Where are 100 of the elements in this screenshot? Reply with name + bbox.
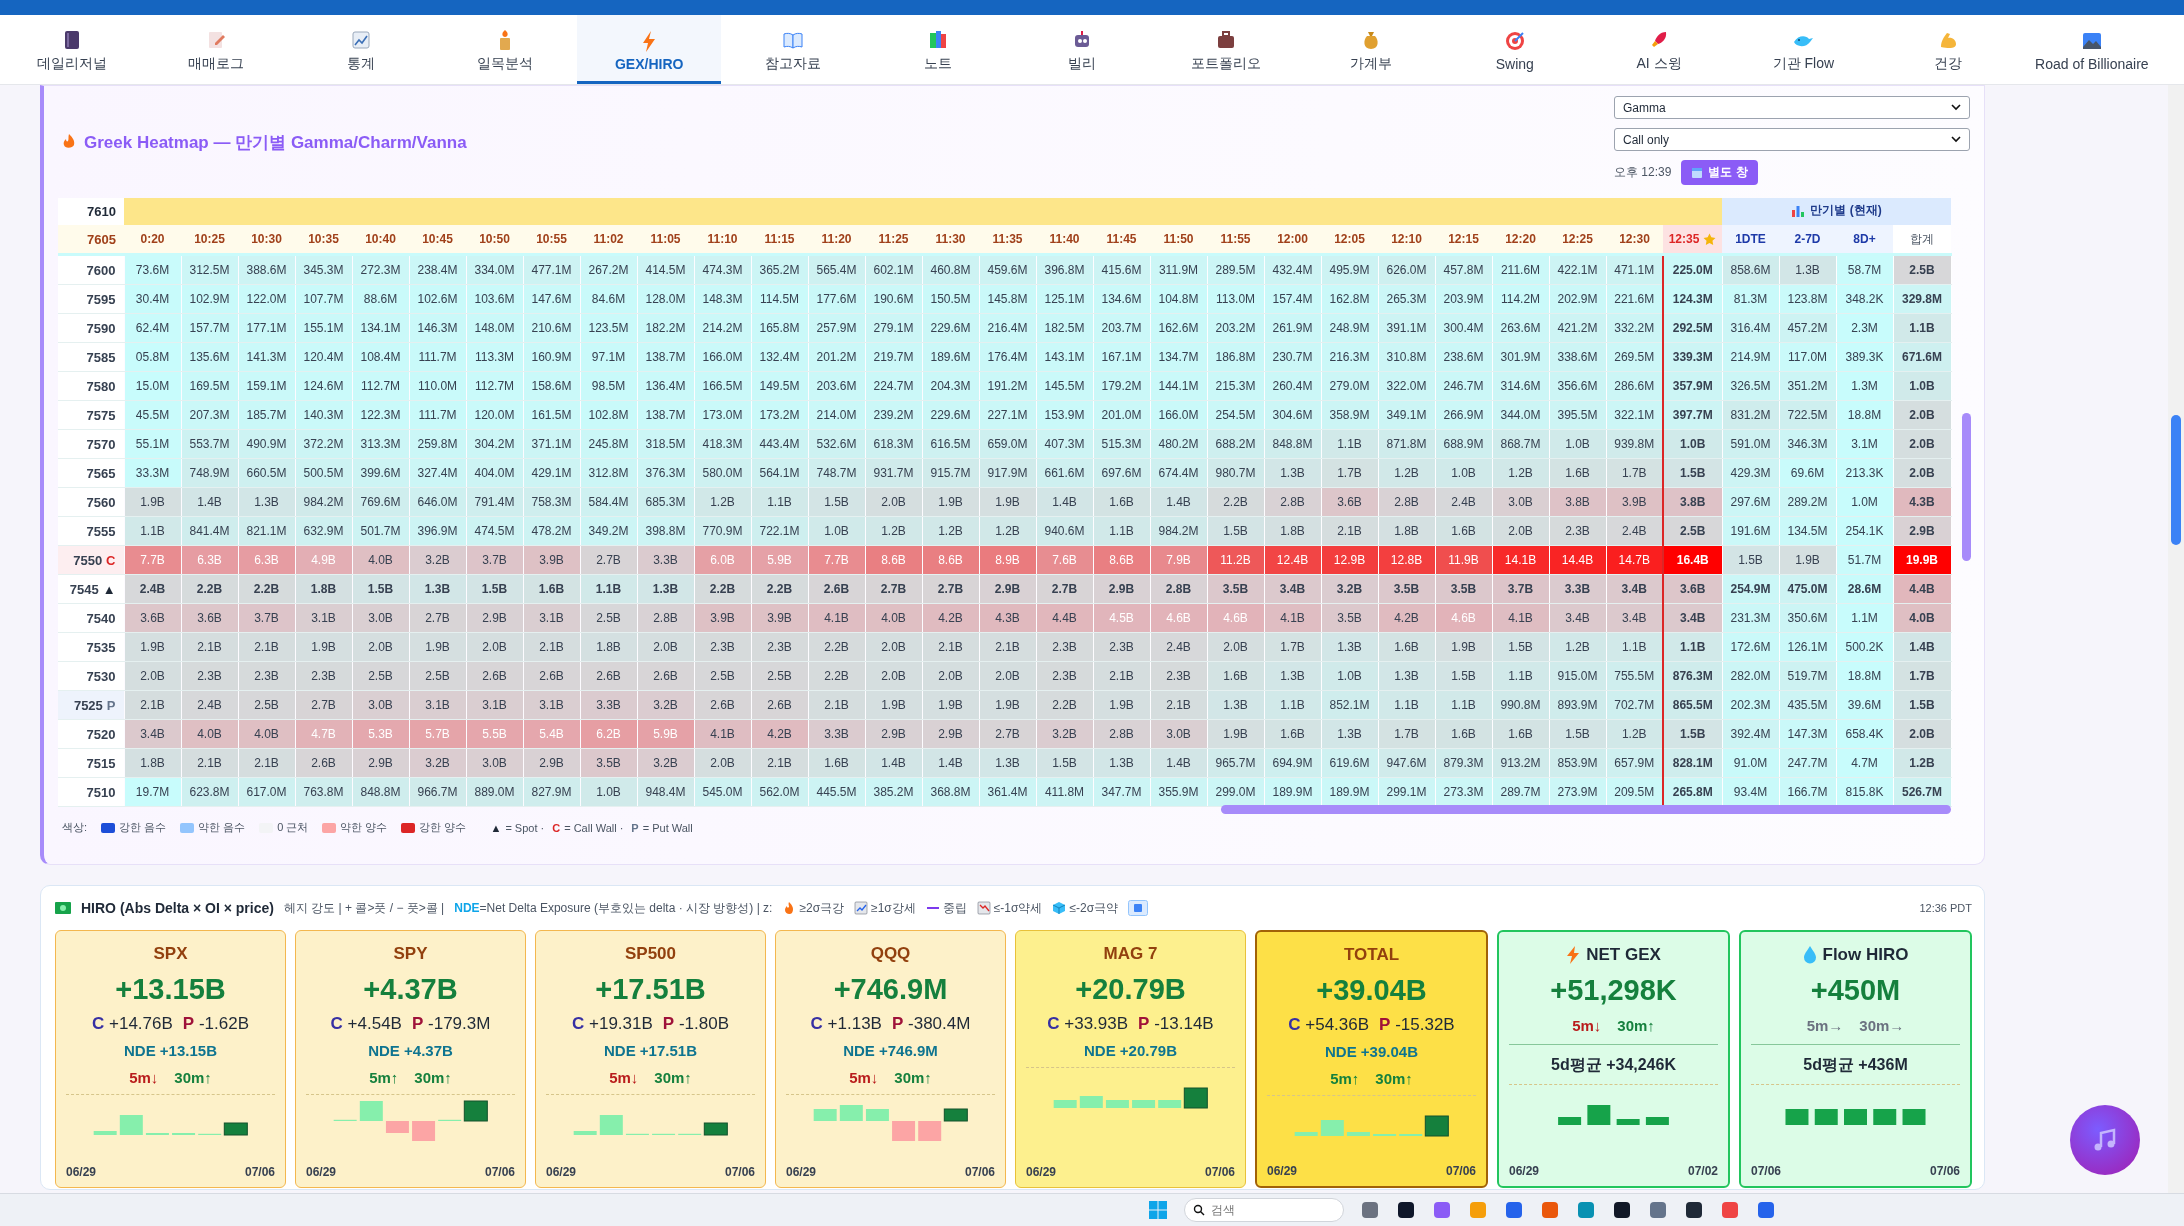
table-cell: 2.0B <box>1893 400 1951 430</box>
table-cell: 186.8M <box>1207 342 1264 372</box>
app-icon[interactable] <box>1684 1200 1704 1220</box>
nav-tab[interactable]: 포트폴리오 <box>1154 15 1299 84</box>
legend-marker: P <box>631 821 639 834</box>
table-cell: 913.2M <box>1492 748 1549 778</box>
taskbar-search-field[interactable]: 검색 <box>1184 1198 1344 1222</box>
table-cell: 141.3M <box>238 342 295 372</box>
nav-tab[interactable]: 데일리저널 <box>0 15 145 84</box>
table-cell: 1.6B <box>1435 516 1492 546</box>
nav-tab[interactable]: 매매로그 <box>144 15 289 84</box>
table-cell: 135.6M <box>181 342 238 372</box>
column-header: 11:45 <box>1093 225 1150 255</box>
table-cell: 8.6B <box>865 545 922 575</box>
nav-tab[interactable]: 가계부 <box>1298 15 1443 84</box>
table-cell: 213.3K <box>1836 458 1893 488</box>
app-icon[interactable] <box>1396 1200 1416 1220</box>
table-cell: 2.8B <box>637 603 694 633</box>
table-cell: 204.3M <box>922 371 979 401</box>
table-cell: 763.8M <box>295 777 352 807</box>
date-label: 07/06 <box>1751 1164 1782 1178</box>
table-cell: 3.3B <box>580 690 637 720</box>
table-cell: 2.6B <box>295 748 352 778</box>
table-cell: 490.9M <box>238 429 295 459</box>
app-icon[interactable] <box>1612 1200 1632 1220</box>
table-cell: 443.4M <box>751 429 808 459</box>
table-cell: 2.6B <box>523 661 580 691</box>
trend-label: 30m↑ <box>1617 1017 1655 1034</box>
nav-tab[interactable]: Swing <box>1442 15 1587 84</box>
leg-value: C +14.76B <box>92 1014 173 1034</box>
nav-tab[interactable]: 빌리 <box>1009 15 1155 84</box>
table-cell: 3.7B <box>1492 574 1549 604</box>
table-cell: 1.9B <box>409 632 466 662</box>
card-value: +20.79B <box>1075 973 1186 1006</box>
nav-tab[interactable]: AI 스윙 <box>1586 15 1732 84</box>
table-cell: 247.7M <box>1779 748 1836 778</box>
table-cell: 828.1M <box>1663 748 1722 778</box>
table-cell: 2.1B <box>1150 690 1207 720</box>
table-cell: 39.6M <box>1836 690 1893 720</box>
table-cell: 6.3B <box>181 545 238 575</box>
table-cell: 339.3M <box>1663 342 1722 372</box>
nav-tab[interactable]: Road of Billionaire <box>2019 15 2164 84</box>
table-cell: 791.4M <box>466 487 523 517</box>
scrollbar-thumb[interactable] <box>1221 805 1951 814</box>
card-value: +13.15B <box>115 973 226 1006</box>
filter-select[interactable]: Call only <box>1614 128 1970 151</box>
table-cell: 3.2B <box>409 748 466 778</box>
nav-tab[interactable]: 일목분석 <box>432 15 578 84</box>
greek-select[interactable]: Gamma <box>1614 96 1970 119</box>
nav-tab[interactable]: 참고자료 <box>721 15 866 84</box>
table-cell: 445.5M <box>808 777 865 807</box>
table-cell: 5.7B <box>409 719 466 749</box>
scrollbar-thumb[interactable] <box>1962 413 1971 561</box>
table-cell: 616.5M <box>922 429 979 459</box>
nav-tab[interactable]: 통계 <box>288 15 433 84</box>
table-cell: 19.9B <box>1893 545 1951 575</box>
table-cell: 279.1M <box>865 313 922 343</box>
table-cell: 2.7B <box>409 603 466 633</box>
nav-tab[interactable]: GEX/HIRO <box>577 15 722 84</box>
table-cell: 2.0B <box>1893 429 1951 459</box>
legend-marker: C <box>552 821 561 834</box>
table-cell: 480.2M <box>1150 429 1207 459</box>
table-cell: 91.0M <box>1722 748 1779 778</box>
table-cell: 134.1M <box>352 313 409 343</box>
table-cell: 1.6B <box>1264 719 1321 749</box>
nav-tab[interactable]: 건강 <box>1875 15 2020 84</box>
bar-chart-icon <box>1791 203 1806 218</box>
table-cell: 3.1B <box>409 690 466 720</box>
table-cell: 327.4M <box>409 458 466 488</box>
table-cell: 162.6M <box>1150 313 1207 343</box>
z-level-label: ≥2σ극강 <box>799 899 845 917</box>
trend-label: 30m↑ <box>1375 1070 1413 1087</box>
nav-tab[interactable]: 노트 <box>865 15 1010 84</box>
table-cell: 1.5B <box>1036 748 1093 778</box>
table-cell: 329.8M <box>1893 284 1951 314</box>
table-cell: 3.4B <box>1663 603 1722 633</box>
table-cell: 2.7B <box>979 719 1036 749</box>
caret-icon <box>1951 104 1961 111</box>
table-cell: 3.7B <box>238 603 295 633</box>
nav-tab[interactable]: 기관 Flow <box>1731 15 1876 84</box>
popout-button[interactable]: 별도 창 <box>1681 160 1758 185</box>
table-cell: 2.9B <box>352 748 409 778</box>
table-cell: 1.1B <box>1435 690 1492 720</box>
windows-start-icon[interactable] <box>1148 1200 1168 1220</box>
table-cell: 3.9B <box>694 603 751 633</box>
table-cell: 326.5M <box>1722 371 1779 401</box>
table-cell: 1.6B <box>1207 661 1264 691</box>
table-cell: 1.2B <box>1549 632 1606 662</box>
column-header: 12:05 <box>1321 225 1378 255</box>
page-scrollbar[interactable] <box>2168 85 2184 1194</box>
table-cell: 2.0B <box>637 632 694 662</box>
table-cell: 1.1B <box>124 516 181 546</box>
table-cell: 626.0M <box>1378 254 1435 285</box>
table-cell: 2.0B <box>979 661 1036 691</box>
updated-time: 오후 12:39 <box>1614 164 1672 181</box>
table-cell: 136.4M <box>637 371 694 401</box>
table-cell: 158.6M <box>523 371 580 401</box>
table-cell: 245.8M <box>580 429 637 459</box>
table-cell: 122.3M <box>352 400 409 430</box>
legend-text: 강한 양수 <box>419 820 467 835</box>
